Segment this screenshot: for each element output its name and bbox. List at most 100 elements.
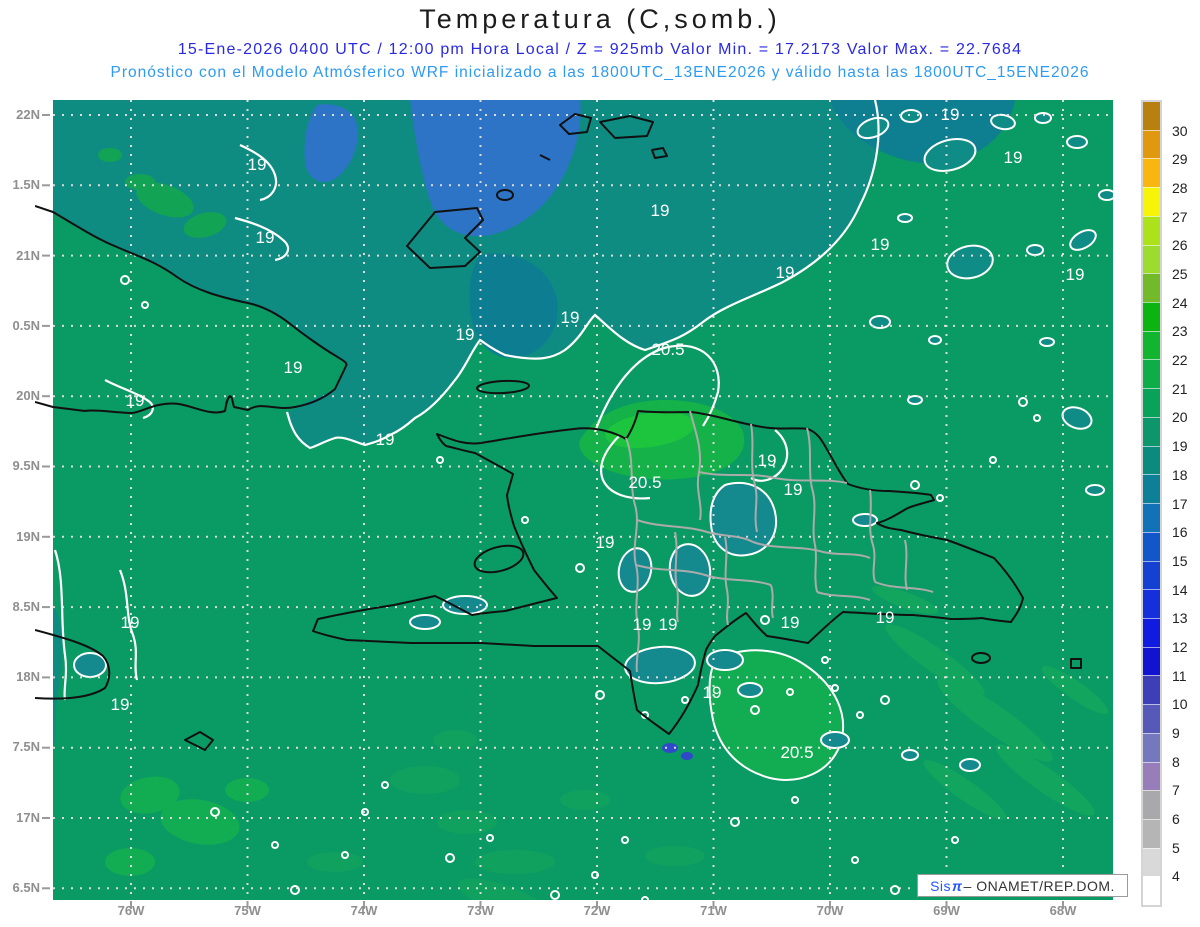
- lon-tick-label: 74W: [350, 903, 378, 918]
- colorbar-tick: 13: [1172, 610, 1188, 627]
- contour-label: 19: [121, 613, 140, 632]
- colorbar-tick: 15: [1172, 552, 1188, 569]
- temperature-shading: [53, 100, 1113, 900]
- contour-label: 19: [561, 308, 580, 327]
- contour-label: 20.5: [628, 473, 661, 492]
- contour-label: 19: [776, 263, 795, 282]
- contour-label: 19: [111, 695, 130, 714]
- contour-label: 19: [126, 391, 145, 410]
- contour-label: 19: [703, 683, 722, 702]
- colorbar-band: [1143, 215, 1160, 245]
- lat-tick-label: 8.5N: [12, 598, 40, 614]
- temperature-colorbar: [1141, 100, 1162, 907]
- colorbar-tick: 23: [1172, 323, 1188, 340]
- temperature-map: 19 19 19 19 19 19 19 19 19 19 19 19 19 20.5 19 19 20.5 19…: [35, 100, 1113, 912]
- colorbar-band: [1143, 503, 1160, 532]
- contour-label: 19: [651, 201, 670, 220]
- lon-tick-label: 70W: [816, 903, 844, 918]
- colorbar-band: [1143, 330, 1160, 360]
- colorbar-tick: 27: [1172, 208, 1188, 225]
- lon-tick-label: 73W: [467, 903, 494, 918]
- lat-tick-label: 1.5N: [12, 177, 40, 193]
- colorbar-band: [1143, 876, 1160, 906]
- colorbar-band: [1143, 388, 1160, 417]
- watermark-badge: Sis π – ONAMET/REP.DOM.: [917, 874, 1128, 897]
- colorbar-tick: 18: [1172, 466, 1188, 483]
- colorbar-tick: 11: [1172, 667, 1187, 684]
- lon-tick-label: 69W: [933, 903, 960, 918]
- lat-tick-label: 0.5N: [12, 317, 40, 333]
- colorbar-band: [1143, 359, 1160, 389]
- model-info-line: Pronóstico con el Modelo Atmósferico WRF…: [110, 64, 1090, 81]
- weather-map-page: { "title": "Temperatura (C,somb.)", "sub…: [0, 0, 1200, 927]
- colorbar-band: [1143, 158, 1160, 188]
- lat-tick-label: 7.5N: [12, 739, 40, 755]
- lon-tick-label: 75W: [234, 903, 261, 918]
- contour-label: 19: [456, 325, 475, 344]
- colorbar-tick: 22: [1172, 352, 1188, 369]
- contour-label: 19: [784, 480, 803, 499]
- colorbar-tick: 4: [1172, 868, 1180, 885]
- colorbar-band: [1143, 187, 1160, 216]
- contour-label: 20.5: [780, 743, 813, 762]
- colorbar-band: [1143, 790, 1160, 819]
- colorbar-band: [1143, 129, 1160, 159]
- colorbar-band: [1143, 704, 1160, 733]
- forecast-time-line: 15-Ene-2026 0400 UTC / 12:00 pm Hora Loc…: [177, 41, 1023, 58]
- colorbar-band: [1143, 302, 1160, 331]
- colorbar-tick: 29: [1172, 151, 1188, 168]
- lat-tick-label: 6.5N: [12, 879, 40, 895]
- colorbar-tick: 28: [1172, 180, 1188, 197]
- colorbar-tick: 9: [1172, 724, 1180, 741]
- colorbar-tick: 5: [1172, 839, 1180, 856]
- contour-label: 20.5: [651, 340, 684, 359]
- lat-tick-label: 22N: [16, 107, 40, 122]
- colorbar-tick: 14: [1172, 581, 1188, 598]
- colorbar-band: [1143, 474, 1160, 504]
- contour-label: 19: [284, 358, 303, 377]
- colorbar-tick: 19: [1172, 438, 1188, 455]
- contour-label: 19: [256, 228, 275, 247]
- pi-icon: π: [952, 877, 963, 894]
- colorbar-tick: 6: [1172, 810, 1180, 827]
- colorbar-tick: 26: [1172, 237, 1188, 254]
- contour-label: 19: [876, 608, 895, 627]
- colorbar-band: [1143, 531, 1160, 561]
- contour-label: 19: [248, 155, 267, 174]
- colorbar-tick: 30: [1172, 122, 1188, 139]
- contour-label: 19: [758, 451, 777, 470]
- sispi-logo: Sis: [930, 877, 952, 894]
- colorbar-tick: 8: [1172, 753, 1180, 770]
- colorbar-tick: 10: [1172, 696, 1188, 713]
- colorbar-band: [1143, 273, 1160, 303]
- colorbar-tick: 12: [1172, 638, 1188, 655]
- colorbar-band: [1143, 847, 1160, 877]
- colorbar-tick: 7: [1172, 782, 1180, 799]
- contour-label: 19: [659, 615, 678, 634]
- colorbar-tick: 24: [1172, 294, 1188, 311]
- contour-label: 19: [376, 430, 395, 449]
- contour-label: 19: [781, 613, 800, 632]
- colorbar-tick: 21: [1172, 380, 1188, 397]
- lon-tick-label: 76W: [117, 903, 145, 918]
- lat-tick-label: 19N: [16, 528, 40, 544]
- colorbar-band: [1143, 244, 1160, 274]
- contour-label: 19: [1004, 148, 1023, 167]
- colorbar-band: [1143, 416, 1160, 446]
- lon-tick-label: 68W: [1049, 903, 1077, 918]
- colorbar-band: [1143, 818, 1160, 848]
- contour-label: 19: [941, 105, 960, 124]
- lon-tick-label: 71W: [700, 903, 727, 918]
- colorbar-band: [1143, 646, 1160, 676]
- colorbar-band: [1143, 675, 1160, 705]
- contour-label: 19: [871, 235, 890, 254]
- lat-tick-label: 17N: [16, 809, 40, 825]
- contour-label: 19: [633, 615, 652, 634]
- contour-label: 19: [1066, 265, 1085, 284]
- agency-label: – ONAMET/REP.DOM.: [963, 877, 1115, 894]
- page-title: Temperatura (C,somb.): [419, 4, 781, 34]
- lat-tick-label: 9.5N: [12, 458, 40, 474]
- lat-tick-label: 20N: [16, 388, 40, 404]
- colorbar-tick: 17: [1172, 495, 1188, 512]
- lat-tick-label: 21N: [16, 247, 40, 263]
